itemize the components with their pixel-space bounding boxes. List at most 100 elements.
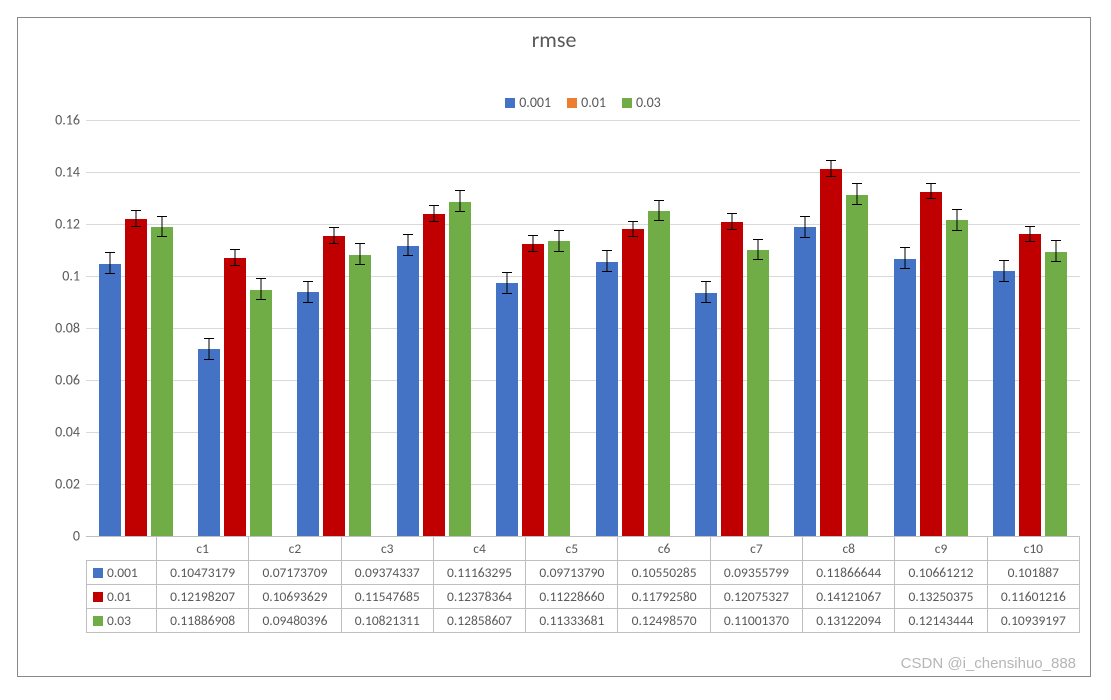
error-bar xyxy=(805,217,806,238)
error-cap-icon xyxy=(753,259,763,260)
error-cap-icon xyxy=(355,264,365,265)
bar xyxy=(1045,252,1067,536)
table-corner-cell xyxy=(87,537,157,561)
bar xyxy=(946,220,968,536)
table-row-header: 0.03 xyxy=(87,609,157,633)
table-column-header: c10 xyxy=(987,537,1079,561)
table-row: 0.030.118869080.094803960.108213110.1285… xyxy=(87,609,1080,633)
bar-group xyxy=(881,76,980,536)
bar xyxy=(423,214,445,536)
error-bar xyxy=(732,214,733,230)
error-bar xyxy=(308,282,309,303)
error-bar xyxy=(930,184,931,200)
bar xyxy=(349,255,371,536)
data-table: c1c2c3c4c5c6c7c8c9c100.0010.104731790.07… xyxy=(86,536,1080,633)
error-bar xyxy=(559,231,560,252)
table-cell: 0.10550285 xyxy=(618,561,710,585)
error-bar xyxy=(334,228,335,244)
error-cap-icon xyxy=(157,236,167,237)
table-cell: 0.12498570 xyxy=(618,609,710,633)
error-bar xyxy=(706,282,707,303)
series-name-label: 0.001 xyxy=(107,564,138,581)
table-cell: 0.12075327 xyxy=(710,585,802,609)
error-bar xyxy=(831,161,832,177)
table-column-header: c1 xyxy=(157,537,249,561)
y-tick-label: 0 xyxy=(73,528,80,545)
table-cell: 0.11163295 xyxy=(433,561,525,585)
error-cap-icon xyxy=(230,249,240,250)
bar xyxy=(622,229,644,536)
bar-group xyxy=(285,76,384,536)
bar xyxy=(648,211,670,536)
error-cap-icon xyxy=(1025,226,1035,227)
y-tick-label: 0.06 xyxy=(55,372,80,389)
error-cap-icon xyxy=(727,213,737,214)
watermark-text: CSDN @i_chensihuo_888 xyxy=(901,655,1076,672)
series-swatch-icon xyxy=(93,616,103,626)
error-bar xyxy=(904,248,905,269)
error-bar xyxy=(161,217,162,238)
error-bar xyxy=(606,251,607,272)
table-cell: 0.14121067 xyxy=(803,585,895,609)
bar xyxy=(695,293,717,536)
error-cap-icon xyxy=(403,234,413,235)
bar xyxy=(397,246,419,536)
error-cap-icon xyxy=(952,209,962,210)
error-cap-icon xyxy=(826,160,836,161)
error-bar xyxy=(956,210,957,231)
y-tick-label: 0.02 xyxy=(55,476,80,493)
table-cell: 0.13250375 xyxy=(895,585,987,609)
table-cell: 0.11792580 xyxy=(618,585,710,609)
table-cell: 0.12378364 xyxy=(433,585,525,609)
table-column-header: c9 xyxy=(895,537,987,561)
table-cell: 0.09713790 xyxy=(526,561,618,585)
bar xyxy=(721,222,743,536)
bar xyxy=(449,202,471,536)
error-cap-icon xyxy=(455,211,465,212)
error-cap-icon xyxy=(852,183,862,184)
error-cap-icon xyxy=(701,302,711,303)
error-bar xyxy=(1004,261,1005,282)
bar xyxy=(747,250,769,536)
bar xyxy=(496,283,518,536)
bar xyxy=(198,349,220,536)
bar xyxy=(151,227,173,536)
error-cap-icon xyxy=(753,239,763,240)
error-cap-icon xyxy=(926,183,936,184)
bar xyxy=(99,264,121,536)
table-cell: 0.12858607 xyxy=(433,609,525,633)
y-tick-label: 0.14 xyxy=(55,164,80,181)
y-tick-label: 0.08 xyxy=(55,320,80,337)
error-cap-icon xyxy=(204,359,214,360)
table-cell: 0.11601216 xyxy=(987,585,1079,609)
table-cell: 0.07173709 xyxy=(249,561,341,585)
error-bar xyxy=(507,273,508,294)
bar-group xyxy=(981,76,1080,536)
y-tick-label: 0.04 xyxy=(55,424,80,441)
y-tick-label: 0.1 xyxy=(62,268,80,285)
error-bar xyxy=(1056,241,1057,262)
error-cap-icon xyxy=(355,243,365,244)
error-cap-icon xyxy=(727,229,737,230)
table-column-header: c5 xyxy=(526,537,618,561)
table-cell: 0.10693629 xyxy=(249,585,341,609)
bar-group xyxy=(782,76,881,536)
error-cap-icon xyxy=(654,220,664,221)
error-cap-icon xyxy=(1025,241,1035,242)
error-cap-icon xyxy=(502,272,512,273)
bar xyxy=(820,169,842,536)
bar xyxy=(323,236,345,536)
bar-group xyxy=(384,76,483,536)
error-cap-icon xyxy=(800,216,810,217)
bar-group xyxy=(484,76,583,536)
error-bar xyxy=(135,211,136,227)
table-column-header: c6 xyxy=(618,537,710,561)
table-cell: 0.11228660 xyxy=(526,585,618,609)
table-cell: 0.09355799 xyxy=(710,561,802,585)
error-bar xyxy=(235,250,236,266)
series-name-label: 0.03 xyxy=(107,612,131,629)
bar xyxy=(125,219,147,536)
table-header-row: c1c2c3c4c5c6c7c8c9c10 xyxy=(87,537,1080,561)
table-cell: 0.11001370 xyxy=(710,609,802,633)
error-cap-icon xyxy=(701,281,711,282)
